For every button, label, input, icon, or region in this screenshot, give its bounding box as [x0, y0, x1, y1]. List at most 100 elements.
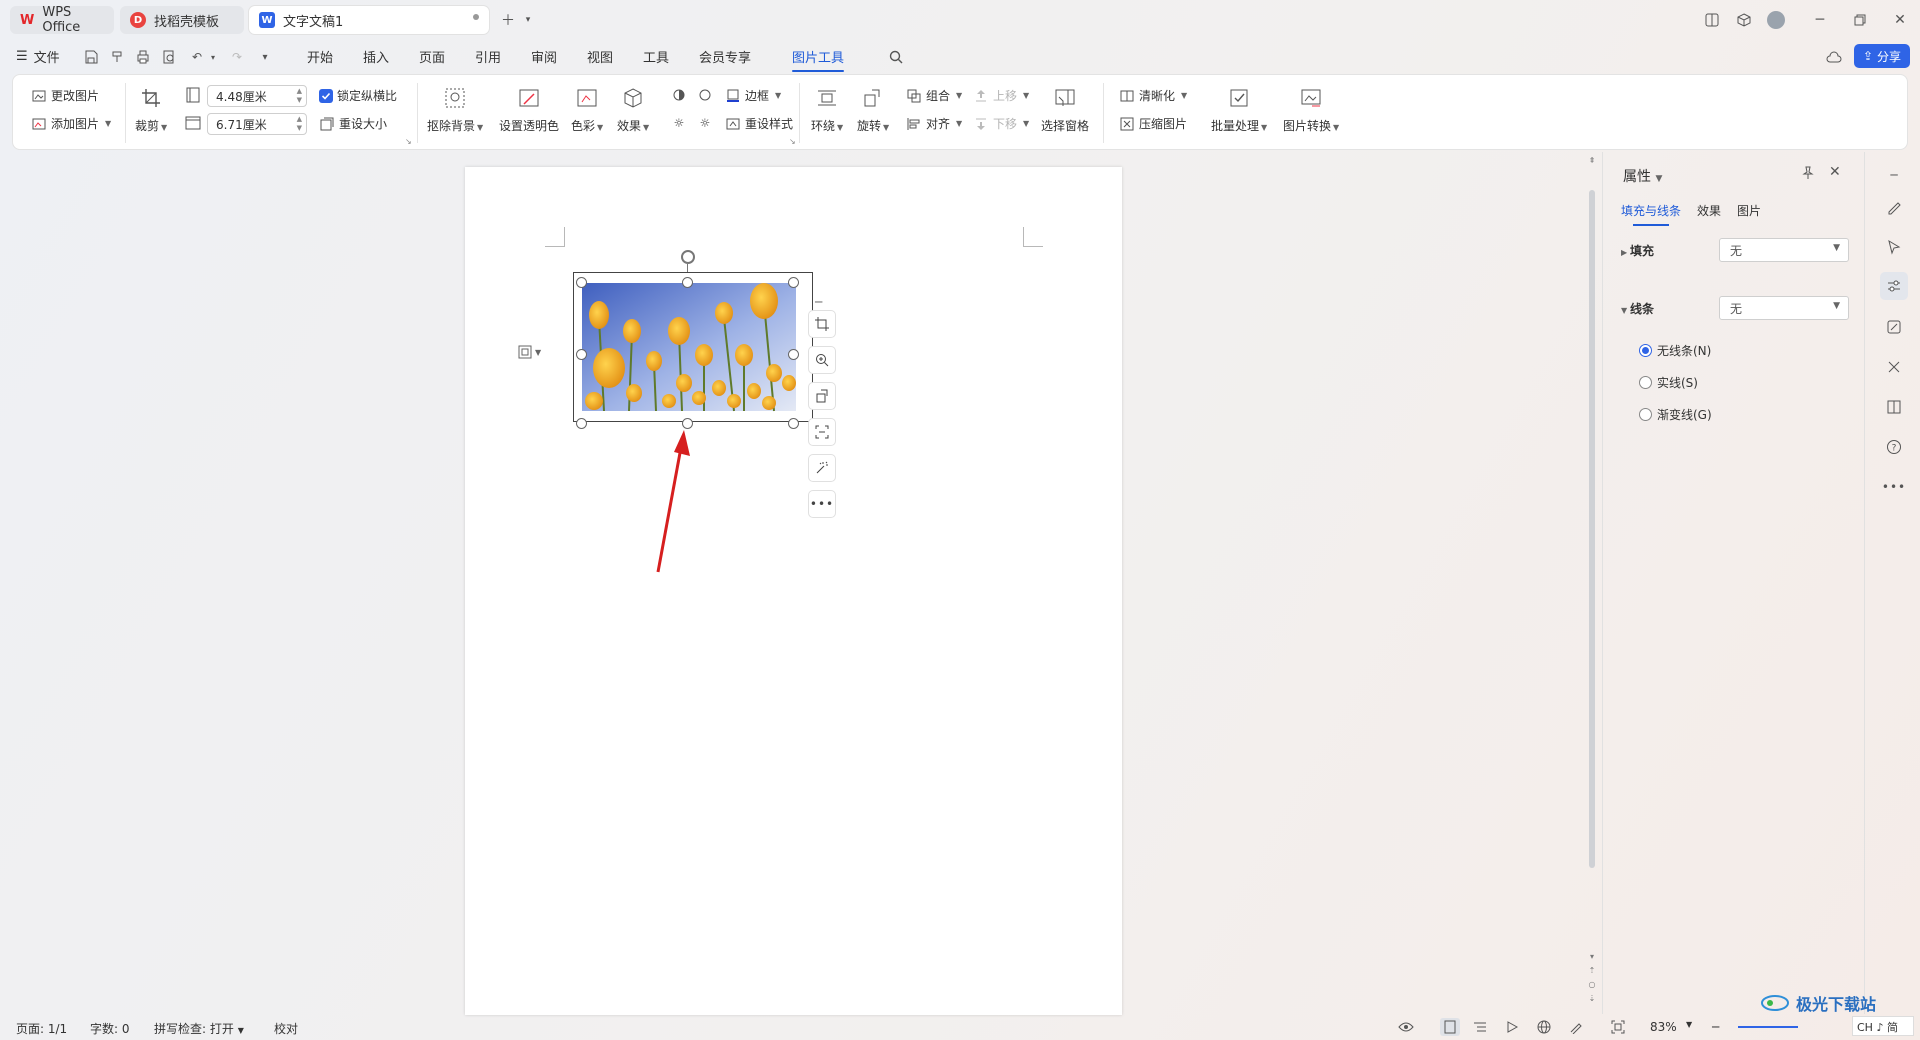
image-convert-button[interactable]: 图片转换 ▼	[1283, 85, 1339, 134]
vertical-scrollbar[interactable]	[1589, 190, 1595, 868]
rotate-handle-icon[interactable]	[681, 250, 695, 264]
tab-document-1[interactable]: W 文字文稿1	[249, 6, 489, 34]
move-up-button[interactable]: 上移 ▼	[973, 87, 1029, 104]
tulip-photo[interactable]	[574, 273, 812, 421]
color-button[interactable]: 色彩 ▼	[571, 85, 603, 134]
height-input[interactable]: 4.48厘米 ▲ ▼	[207, 85, 307, 107]
cloud-icon[interactable]	[1825, 48, 1843, 66]
decrease-brightness-icon[interactable]: ☼	[697, 115, 713, 131]
lock-ratio-checkbox[interactable]: 锁定纵横比	[319, 87, 397, 104]
unsaved-dot-icon[interactable]	[473, 14, 479, 20]
selection-pane-button[interactable]: 选择窗格	[1041, 85, 1089, 134]
print-preview-icon[interactable]	[160, 48, 178, 66]
width-input[interactable]: 6.71厘米 ▲ ▼	[207, 113, 307, 135]
save-icon[interactable]	[82, 48, 100, 66]
resize-handle-bottom-left[interactable]	[576, 418, 587, 429]
change-image-button[interactable]: 更改图片	[31, 87, 99, 104]
sharpen-button[interactable]: 清晰化 ▼	[1119, 87, 1187, 104]
search-icon[interactable]	[887, 48, 905, 66]
page-navigation-icons[interactable]: ▾ ⇡ ○ ⇣	[1586, 950, 1598, 1010]
page-count[interactable]: 页面: 1/1	[16, 1020, 67, 1037]
zoom-out-icon[interactable]: ─	[1712, 1020, 1719, 1034]
ime-indicator[interactable]: CH ♪ 简	[1852, 1016, 1914, 1036]
float-zoom-icon[interactable]	[808, 346, 836, 374]
image-edit-icon[interactable]	[1883, 316, 1905, 338]
tab-effects[interactable]: 效果	[1697, 202, 1721, 219]
outline-view-icon[interactable]	[1472, 1019, 1488, 1035]
resize-handle-bottom-right[interactable]	[788, 418, 799, 429]
play-icon[interactable]	[1504, 1019, 1520, 1035]
spinner-arrows-icon[interactable]: ▲ ▼	[297, 115, 302, 133]
fit-page-icon[interactable]	[1610, 1019, 1626, 1035]
set-transparent-button[interactable]: 设置透明色	[499, 85, 559, 134]
batch-process-button[interactable]: 批量处理 ▼	[1211, 85, 1267, 134]
zoom-slider[interactable]	[1738, 1026, 1798, 1028]
book-icon[interactable]	[1883, 396, 1905, 418]
properties-sliders-icon[interactable]	[1880, 272, 1908, 300]
effects-button[interactable]: 效果 ▼	[617, 85, 649, 134]
avatar[interactable]	[1764, 8, 1788, 32]
eye-protection-icon[interactable]	[1398, 1019, 1414, 1035]
menu-tools[interactable]: 工具	[643, 47, 669, 66]
menu-view[interactable]: 视图	[587, 47, 613, 66]
size-dialog-launcher-icon[interactable]: ↘	[405, 137, 412, 146]
collapse-toolbar-icon[interactable]: ─	[815, 295, 822, 309]
style-dialog-launcher-icon[interactable]: ↘	[789, 137, 796, 146]
float-crop-icon[interactable]	[808, 310, 836, 338]
format-painter-icon[interactable]	[108, 48, 126, 66]
resize-handle-top-right[interactable]	[788, 277, 799, 288]
menu-references[interactable]: 引用	[475, 47, 501, 66]
selected-image-frame[interactable]	[573, 272, 813, 422]
align-button[interactable]: 对齐 ▼	[906, 115, 962, 132]
word-count[interactable]: 字数: 0	[90, 1020, 130, 1037]
redo-icon[interactable]: ↷	[228, 48, 246, 66]
radio-gradient-line[interactable]: 渐变线(G)	[1639, 406, 1712, 423]
undo-chevron-icon[interactable]: ▾	[204, 48, 222, 66]
print-icon[interactable]	[134, 48, 152, 66]
spell-check-toggle[interactable]: 拼写检查: 打开 ▼	[154, 1020, 244, 1037]
float-magic-tools-icon[interactable]	[808, 454, 836, 482]
zoom-level[interactable]: 83%	[1650, 1020, 1677, 1034]
border-button[interactable]: 边框 ▼	[725, 87, 781, 104]
file-menu[interactable]: ☰ 文件	[16, 47, 60, 66]
menu-page[interactable]: 页面	[419, 47, 445, 66]
line-section-header[interactable]: ▼ 线条	[1621, 300, 1654, 317]
group-button[interactable]: 组合 ▼	[906, 87, 962, 104]
fill-select[interactable]: 无 ▼	[1719, 238, 1849, 262]
resize-handle-right[interactable]	[788, 349, 799, 360]
help-icon[interactable]: ?	[1883, 436, 1905, 458]
restore-icon[interactable]	[1848, 8, 1872, 32]
reading-layout-icon[interactable]	[1700, 8, 1724, 32]
cube-icon[interactable]	[1732, 8, 1756, 32]
page-view-icon[interactable]	[1440, 1018, 1460, 1036]
fill-section-header[interactable]: ▶ 填充	[1621, 242, 1654, 259]
decrease-contrast-icon[interactable]	[697, 87, 713, 103]
line-select[interactable]: 无 ▼	[1719, 296, 1849, 320]
remove-background-button[interactable]: 抠除背景 ▼	[427, 85, 483, 134]
close-window-icon[interactable]: ✕	[1888, 8, 1912, 32]
pen-edit-icon[interactable]	[1883, 196, 1905, 218]
crop-button[interactable]: 裁剪 ▼	[135, 85, 167, 134]
tab-fill-and-line[interactable]: 填充与线条	[1621, 202, 1681, 226]
reset-style-button[interactable]: 重设样式	[725, 115, 793, 132]
spinner-arrows-icon[interactable]: ▲ ▼	[297, 87, 302, 105]
radio-solid-line[interactable]: 实线(S)	[1639, 374, 1698, 391]
minimize-icon[interactable]: ─	[1808, 8, 1832, 32]
layout-options-icon[interactable]: ▼	[518, 342, 554, 362]
panel-title[interactable]: 属性 ▼	[1623, 166, 1662, 186]
menu-insert[interactable]: 插入	[363, 47, 389, 66]
more-icon[interactable]: •••	[1882, 476, 1905, 498]
menu-review[interactable]: 审阅	[531, 47, 557, 66]
tab-wps-office[interactable]: W WPS Office	[10, 5, 114, 35]
increase-contrast-icon[interactable]	[671, 87, 687, 103]
web-view-icon[interactable]	[1536, 1019, 1552, 1035]
pin-icon[interactable]	[1801, 166, 1815, 180]
share-button[interactable]: ⇪ 分享	[1854, 44, 1910, 68]
rotate-button[interactable]: 旋转 ▼	[857, 85, 889, 134]
menu-home[interactable]: 开始	[307, 47, 333, 66]
proofread-button[interactable]: 校对	[274, 1020, 298, 1037]
float-more-icon[interactable]: •••	[808, 490, 836, 518]
increase-brightness-icon[interactable]: ☼	[671, 115, 687, 131]
collapse-rail-icon[interactable]: ─	[1883, 164, 1905, 186]
close-panel-icon[interactable]: ✕	[1829, 164, 1841, 180]
